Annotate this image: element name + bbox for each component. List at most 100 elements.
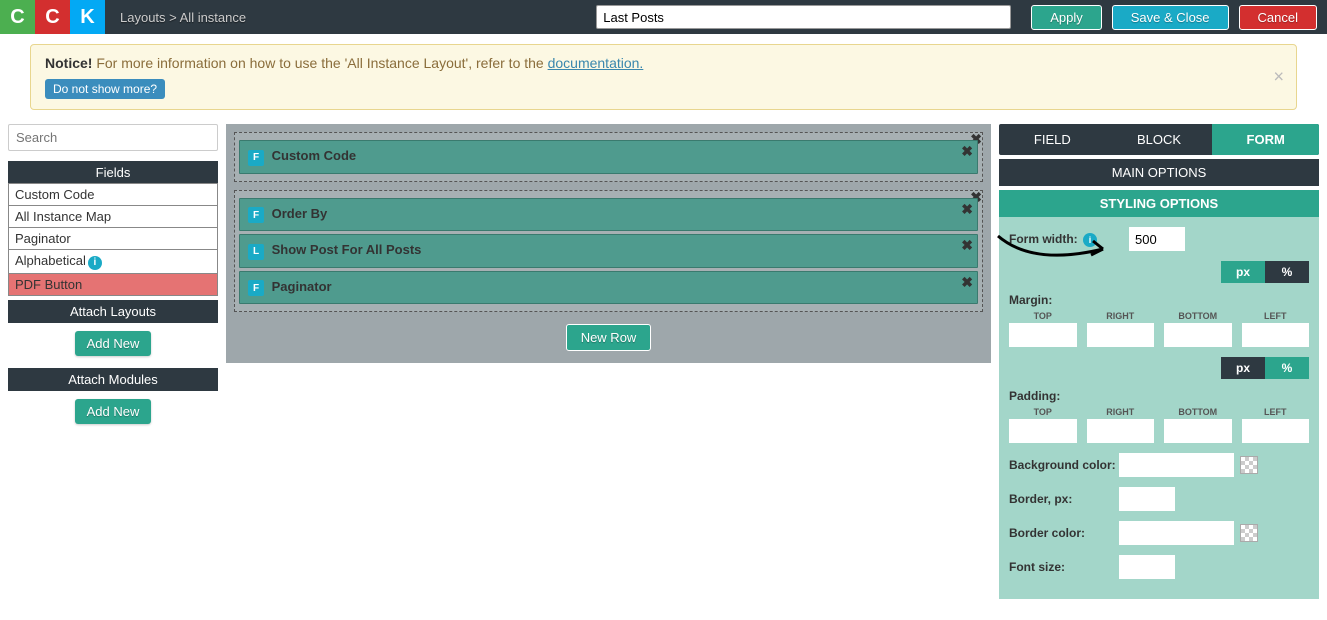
field-alphabetical[interactable]: Alphabeticali: [8, 249, 218, 274]
bg-color-input[interactable]: [1119, 453, 1234, 477]
margin-left-input[interactable]: [1242, 323, 1310, 347]
field-paginator[interactable]: Paginator: [8, 227, 218, 250]
form-width-row: Form width: i: [1009, 227, 1309, 251]
border-label: Border, px:: [1009, 492, 1119, 506]
left-column: Fields Custom Code All Instance Map Pagi…: [8, 124, 218, 599]
border-row: Border, px:: [1009, 487, 1309, 511]
close-icon[interactable]: ×: [1273, 67, 1284, 88]
logo-c1: C: [0, 0, 35, 34]
tab-form[interactable]: FORM: [1212, 124, 1319, 155]
padding-left-input[interactable]: [1242, 419, 1310, 443]
logo: C C K: [0, 0, 105, 34]
add-layout-button[interactable]: Add New: [75, 331, 152, 356]
margin-bottom-input[interactable]: [1164, 323, 1232, 347]
field-alphabetical-label: Alphabetical: [15, 253, 86, 268]
form-width-label: Form width: i: [1009, 232, 1119, 247]
font-size-row: Font size:: [1009, 555, 1309, 579]
styling-panel: Form width: i px % Margin: TOPRIGHTBOTTO…: [999, 217, 1319, 599]
field-pdf-button[interactable]: PDF Button: [8, 273, 218, 296]
notice-strong: Notice!: [45, 55, 92, 71]
remove-block-icon[interactable]: ✖: [961, 201, 973, 218]
padding-labels: TOPRIGHTBOTTOMLEFT: [1009, 407, 1309, 417]
remove-block-icon[interactable]: ✖: [961, 143, 973, 160]
margin-right-input[interactable]: [1087, 323, 1155, 347]
block-show-post[interactable]: L Show Post For All Posts ✖: [239, 234, 978, 268]
margin-top-input[interactable]: [1009, 323, 1077, 347]
font-size-input[interactable]: [1119, 555, 1175, 579]
do-not-show-button[interactable]: Do not show more?: [45, 79, 165, 99]
cancel-button[interactable]: Cancel: [1239, 5, 1317, 30]
field-type-badge: F: [248, 207, 264, 223]
padding-top-input[interactable]: [1009, 419, 1077, 443]
add-module-button[interactable]: Add New: [75, 399, 152, 424]
padding-label: Padding:: [1009, 389, 1119, 403]
main-options-header[interactable]: MAIN OPTIONS: [999, 159, 1319, 186]
block-label: Order By: [272, 206, 328, 221]
layout-row[interactable]: ✖ F Order By ✖ L Show Post For All Posts…: [234, 190, 983, 313]
info-icon[interactable]: i: [88, 256, 102, 270]
main-layout: Fields Custom Code All Instance Map Pagi…: [0, 120, 1327, 603]
form-width-input[interactable]: [1129, 227, 1185, 251]
tab-block[interactable]: BLOCK: [1106, 124, 1213, 155]
tab-field[interactable]: FIELD: [999, 124, 1106, 155]
layout-type-badge: L: [248, 244, 264, 260]
info-icon[interactable]: i: [1083, 233, 1097, 247]
transparency-icon[interactable]: [1240, 524, 1258, 542]
field-custom-code[interactable]: Custom Code: [8, 183, 218, 206]
notice-alert: Notice! For more information on how to u…: [30, 44, 1297, 110]
border-input[interactable]: [1119, 487, 1175, 511]
unit-px-button[interactable]: px: [1221, 261, 1265, 283]
logo-c2: C: [35, 0, 70, 34]
field-type-badge: F: [248, 150, 264, 166]
new-row-button[interactable]: New Row: [566, 324, 652, 351]
documentation-link[interactable]: documentation.: [548, 55, 644, 71]
padding-right-input[interactable]: [1087, 419, 1155, 443]
attach-modules-header: Attach Modules: [8, 368, 218, 391]
notice-text: Notice! For more information on how to u…: [45, 55, 1282, 71]
bg-color-row: Background color:: [1009, 453, 1309, 477]
field-list: Custom Code All Instance Map Paginator A…: [8, 183, 218, 296]
top-bar: C C K Layouts > All instance Apply Save …: [0, 0, 1327, 34]
action-buttons: Apply Save & Close Cancel: [1031, 5, 1317, 30]
unit-pct-button[interactable]: %: [1265, 261, 1309, 283]
margin-inputs: [1009, 323, 1309, 347]
breadcrumb[interactable]: Layouts > All instance: [120, 10, 246, 25]
block-label: Custom Code: [272, 148, 357, 163]
unit-pct-button[interactable]: %: [1265, 357, 1309, 379]
margin-label: Margin:: [1009, 293, 1119, 307]
attach-layouts-header: Attach Layouts: [8, 300, 218, 323]
transparency-icon[interactable]: [1240, 456, 1258, 474]
font-size-label: Font size:: [1009, 560, 1119, 574]
border-color-label: Border color:: [1009, 526, 1119, 540]
block-custom-code[interactable]: F Custom Code ✖: [239, 140, 978, 174]
block-label: Show Post For All Posts: [272, 242, 422, 257]
field-type-badge: F: [248, 280, 264, 296]
remove-block-icon[interactable]: ✖: [961, 237, 973, 254]
bg-color-label: Background color:: [1009, 458, 1119, 472]
margin-labels: TOPRIGHTBOTTOMLEFT: [1009, 311, 1309, 321]
padding-bottom-input[interactable]: [1164, 419, 1232, 443]
fields-header: Fields: [8, 161, 218, 184]
logo-c3: K: [70, 0, 105, 34]
padding-inputs: [1009, 419, 1309, 443]
center-column: ✖ F Custom Code ✖ ✖ F Order By ✖ L Show …: [226, 124, 991, 599]
search-input[interactable]: [8, 124, 218, 151]
margin-unit-toggle: px %: [1221, 357, 1309, 379]
layout-canvas: ✖ F Custom Code ✖ ✖ F Order By ✖ L Show …: [226, 124, 991, 363]
unit-px-button[interactable]: px: [1221, 357, 1265, 379]
notice-body: For more information on how to use the '…: [92, 55, 547, 71]
field-all-instance-map[interactable]: All Instance Map: [8, 205, 218, 228]
border-color-row: Border color:: [1009, 521, 1309, 545]
block-paginator[interactable]: F Paginator ✖: [239, 271, 978, 305]
property-tabs: FIELD BLOCK FORM: [999, 124, 1319, 155]
border-color-input[interactable]: [1119, 521, 1234, 545]
block-label: Paginator: [272, 279, 332, 294]
save-close-button[interactable]: Save & Close: [1112, 5, 1229, 30]
block-order-by[interactable]: F Order By ✖: [239, 198, 978, 232]
width-unit-toggle: px %: [1221, 261, 1309, 283]
apply-button[interactable]: Apply: [1031, 5, 1102, 30]
styling-options-header[interactable]: STYLING OPTIONS: [999, 190, 1319, 217]
remove-block-icon[interactable]: ✖: [961, 274, 973, 291]
layout-title-input[interactable]: [596, 5, 1011, 29]
layout-row[interactable]: ✖ F Custom Code ✖: [234, 132, 983, 182]
